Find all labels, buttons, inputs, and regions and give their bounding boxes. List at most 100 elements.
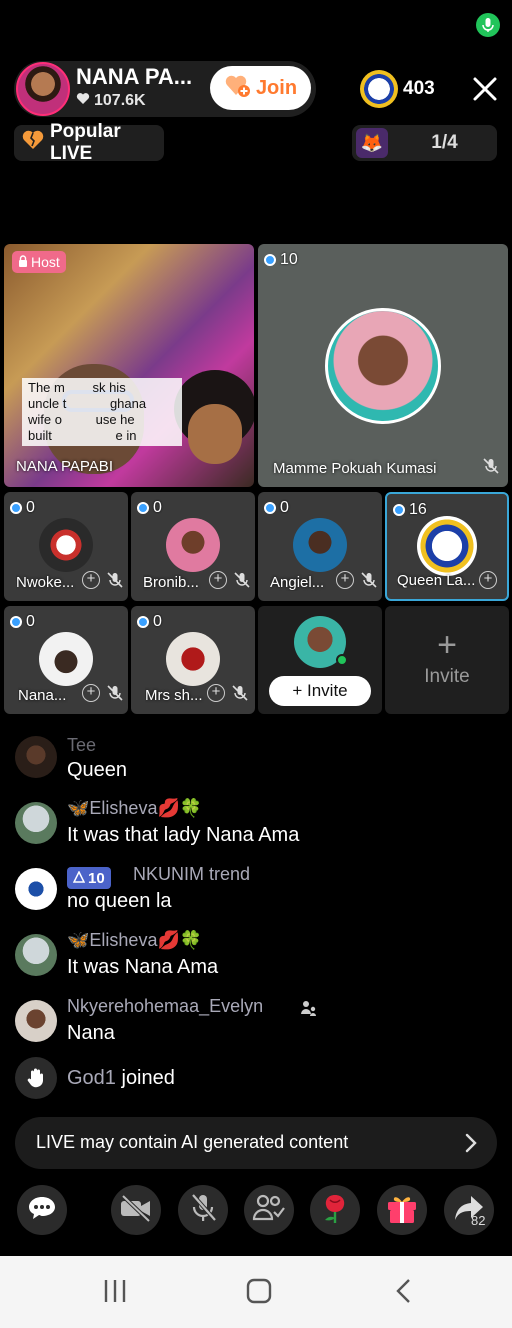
overlay-text-line: sk his [92,380,126,395]
guest-score: 10 [264,251,298,269]
guest-tile-mamme[interactable]: 10 Mamme Pokuah Kumasi [258,244,508,487]
rose-icon [319,1191,351,1230]
gift-box-icon [385,1191,419,1230]
add-follow-icon[interactable]: + [209,571,227,589]
guest-score: 0 [137,613,162,631]
host-name[interactable]: NANA PA... [76,64,206,90]
invite-tile[interactable]: + Invite [385,606,509,714]
add-follow-icon[interactable]: + [82,684,100,702]
video-text-overlay: The m sk his uncle t ghana wife o use he… [22,378,182,446]
page-indicator[interactable]: 🦊 1/4 [352,125,497,161]
mic-off-button[interactable] [178,1185,228,1235]
add-follow-icon[interactable]: + [82,571,100,589]
join-button[interactable]: Join [210,66,311,110]
guest-avatar[interactable] [325,308,441,424]
camera-off-icon [119,1194,153,1227]
overlay-text-line: use he [95,412,135,427]
chat-username[interactable]: 🦋Elisheva💋🍀 [67,930,202,951]
home-icon[interactable] [246,1278,272,1309]
guest-avatar[interactable] [39,632,93,686]
guest-score-value: 0 [26,613,35,630]
guest-tile[interactable]: 0 Nwoke... + [4,492,128,601]
chat-avatar[interactable] [15,802,57,844]
mic-muted-icon [482,457,500,475]
guest-score: 16 [393,501,427,519]
guests-button[interactable] [244,1185,294,1235]
score-icon [10,616,22,628]
overlay-text-line: wife o [28,412,62,427]
guest-name: Nwoke... [16,574,75,591]
guest-avatar[interactable] [166,632,220,686]
score-icon [137,502,149,514]
chat-username[interactable]: Nkyerehohemaa_Evelyn [67,996,263,1017]
add-follow-icon[interactable]: + [336,571,354,589]
guest-name: Mrs sh... [145,687,203,704]
heart-icon [76,92,90,110]
fox-icon: 🦊 [356,128,388,158]
zippel-logo-avatar[interactable] [417,516,477,576]
people-icon [252,1193,286,1228]
guest-avatar[interactable] [39,518,93,572]
rose-gift-button[interactable] [310,1185,360,1235]
join-text: God1 joined [67,1067,175,1090]
join-username[interactable]: God1 [67,1067,116,1089]
guest-score: 0 [10,499,35,517]
mic-muted-icon [106,571,124,589]
guest-score: 0 [137,499,162,517]
invite-label: Invite [424,666,470,687]
guest-tile[interactable]: 0 Nana... + [4,606,128,714]
mic-muted-icon [233,571,251,589]
camera-off-button[interactable] [111,1185,161,1235]
chat-username[interactable]: Tee [67,735,96,756]
host-video-tile[interactable]: Host The m sk his uncle t ghana wife o u… [4,244,254,487]
chat-avatar[interactable] [15,934,57,976]
guest-score-value: 0 [153,499,162,516]
chat-avatar[interactable] [15,736,57,778]
invite-slot[interactable]: + Invite [258,606,382,714]
fan-club-badge-icon[interactable] [360,70,398,108]
score-icon [264,502,276,514]
chat-text: no queen la [67,890,172,912]
chat-avatar[interactable] [15,868,57,910]
ai-content-notice[interactable]: LIVE may contain AI generated content [15,1117,497,1169]
guest-name: Nana... [18,687,67,704]
close-icon[interactable] [470,74,500,104]
comment-button[interactable] [17,1185,67,1235]
add-follow-icon[interactable]: + [479,571,497,589]
guest-score-value: 0 [153,613,162,630]
chat-avatar[interactable] [15,1000,57,1042]
wave-hand-icon [15,1057,57,1099]
guest-score: 0 [10,613,35,631]
add-follow-icon[interactable]: + [207,684,225,702]
friends-icon [300,999,318,1022]
guest-score-value: 0 [280,499,289,516]
gift-button[interactable] [377,1185,427,1235]
mic-muted-icon [106,684,124,702]
viewer-count[interactable]: 403 [403,78,435,100]
video-face-afro [188,404,242,464]
guest-avatar[interactable] [293,518,347,572]
likes-count: 107.6K [94,92,146,109]
share-button[interactable]: 82 [444,1185,494,1235]
ai-notice-text: LIVE may contain AI generated content [36,1132,349,1152]
guest-name: Mamme Pokuah Kumasi [273,460,437,477]
popular-live-label: Popular LIVE [50,121,121,164]
guest-tile[interactable]: 0 Mrs sh... + [131,606,255,714]
host-badge-label: Host [31,254,60,270]
guest-score-value: 10 [280,251,298,268]
host-lock-icon [18,254,28,270]
chat-username[interactable]: 🦋Elisheva💋🍀 [67,798,202,819]
overlay-text-line: built [28,428,52,443]
recent-apps-icon[interactable] [103,1278,127,1309]
popular-live-button[interactable]: Popular LIVE [14,121,164,164]
guest-tile-highlighted[interactable]: 16 Queen La... + [385,492,509,601]
guest-tile[interactable]: 0 Angiel... + [258,492,382,601]
back-icon[interactable] [394,1278,414,1309]
host-avatar[interactable] [16,62,70,116]
guest-name: Bronib... [143,574,199,591]
guest-avatar[interactable] [166,518,220,572]
chat-username[interactable]: NKUNIM trend [133,864,250,885]
guest-tile[interactable]: 0 Bronib... + [131,492,255,601]
mic-active-icon [476,13,500,37]
invite-pill-button[interactable]: + Invite [269,676,371,706]
